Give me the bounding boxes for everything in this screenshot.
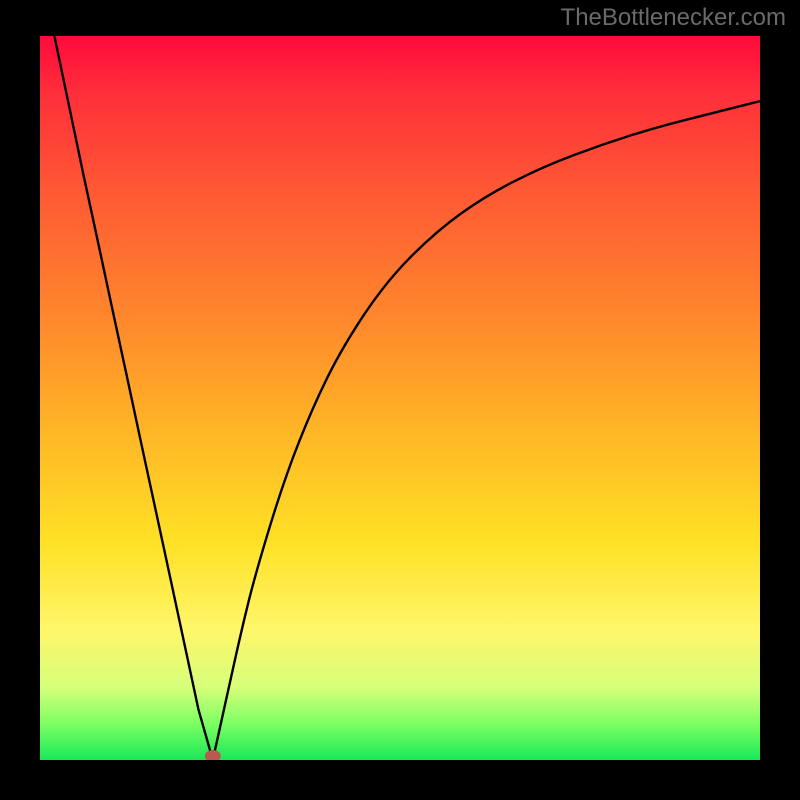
- curve-left-descent: [54, 36, 212, 760]
- chart-frame: [0, 0, 800, 800]
- minimum-marker: [205, 750, 221, 760]
- curve-svg: [40, 36, 760, 760]
- chart-canvas: TheBottlenecker.com: [0, 0, 800, 800]
- watermark: TheBottlenecker.com: [561, 4, 786, 32]
- curve-right-ascent: [213, 101, 760, 760]
- plot-area: [40, 36, 760, 760]
